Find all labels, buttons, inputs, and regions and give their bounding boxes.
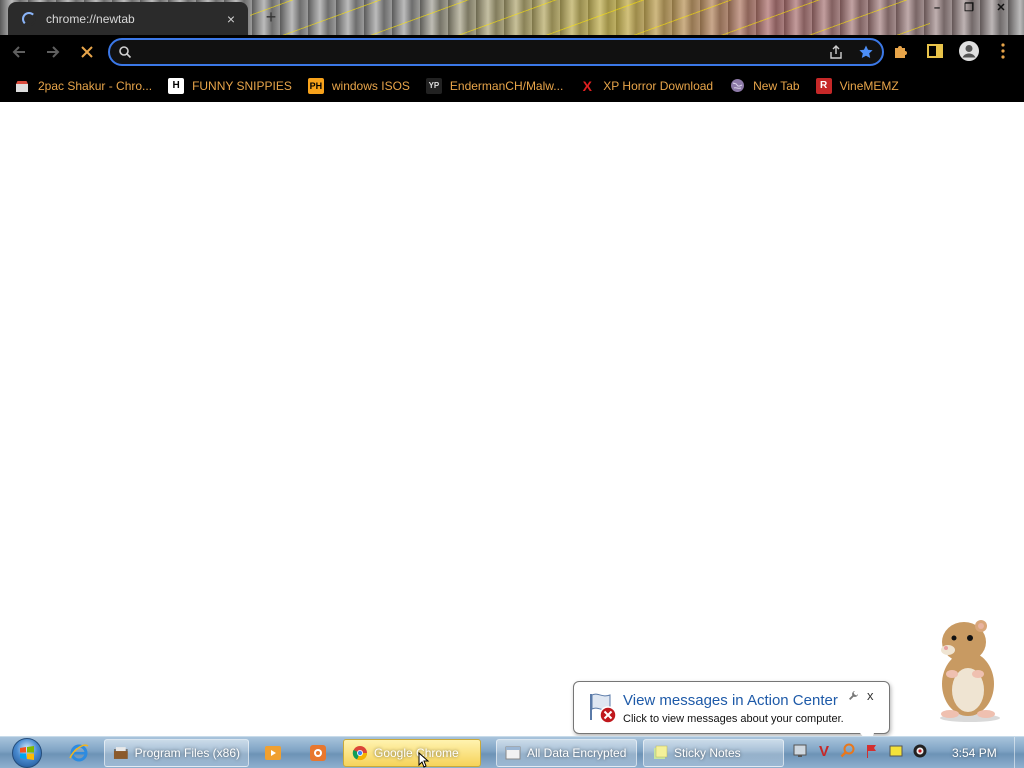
bookmark-label: FUNNY SNIPPIES [192, 78, 292, 93]
start-button[interactable] [7, 737, 47, 768]
stop-button[interactable] [72, 37, 102, 67]
taskbar-item-label: Program Files (x86) [134, 746, 240, 760]
bookmark-label: New Tab [753, 78, 800, 93]
globe-icon [729, 78, 745, 94]
balloon-close-button[interactable]: x [867, 688, 874, 703]
search-icon [119, 46, 132, 59]
taskbar-item-google-chrome[interactable]: Google Chrome [343, 739, 481, 767]
toolbar [0, 35, 1024, 69]
address-input[interactable] [140, 44, 828, 60]
bookmark-label: EndermanCH/Malw... [449, 78, 564, 93]
taskbar-item-label: Sticky Notes [674, 746, 741, 760]
bookmark-2pac[interactable]: 2pac Shakur - Chro... [14, 78, 152, 94]
taskbar-item-all-data-encrypted[interactable]: All Data Encrypted [496, 739, 637, 767]
page-content [0, 102, 1024, 736]
taskbar-clock[interactable]: 3:54 PM [952, 746, 997, 760]
menu-kebab-icon[interactable] [992, 39, 1014, 63]
back-arrow-icon [12, 46, 25, 58]
camera-tray-icon[interactable] [912, 743, 928, 759]
window-controls: – ❐ ✕ [922, 0, 1016, 18]
taskbar-item-program-files[interactable]: Program Files (x86) [104, 739, 249, 767]
network-icon[interactable] [792, 743, 808, 759]
r-icon: R [815, 77, 832, 94]
yp-icon: YP [425, 77, 442, 94]
restore-button[interactable]: ❐ [954, 0, 984, 18]
back-button[interactable] [4, 37, 34, 67]
bookmark-label: windows ISOS [331, 78, 410, 93]
bookmark-new-tab[interactable]: New Tab [729, 78, 800, 94]
taskbar-item-label: Google Chrome [374, 746, 459, 760]
wrench-icon[interactable] [848, 690, 859, 704]
balloon-text: Click to view messages about your comput… [623, 713, 844, 725]
extensions-puzzle-icon[interactable] [890, 39, 912, 63]
folder-icon [113, 747, 128, 759]
taskbar-item-label: All Data Encrypted [527, 746, 627, 760]
loading-spinner-icon [22, 11, 36, 26]
magnifier-icon[interactable] [840, 743, 856, 759]
forward-arrow-icon [47, 46, 60, 58]
taskbar-item-sticky-notes[interactable]: Sticky Notes [643, 739, 784, 767]
windows-logo-icon [12, 738, 42, 768]
v-antivirus-icon[interactable]: V [816, 743, 832, 760]
system-tray: V [792, 743, 928, 760]
stop-x-icon [81, 46, 93, 58]
profile-avatar-icon[interactable] [958, 39, 980, 63]
action-center-balloon[interactable]: View messages in Action Center Click to … [573, 681, 890, 745]
media-player-icon[interactable] [258, 739, 288, 767]
show-desktop-button[interactable] [1014, 737, 1024, 768]
tab-title: chrome://newtab [46, 11, 135, 26]
ph-icon: PH [307, 77, 324, 94]
share-icon[interactable] [828, 44, 844, 60]
address-bar[interactable] [108, 38, 884, 66]
theme-background [250, 0, 930, 35]
bookmark-vinememz[interactable]: R VineMEMZ [815, 77, 899, 94]
shop-icon [14, 78, 30, 94]
bookmark-label: 2pac Shakur - Chro... [38, 78, 153, 93]
window-icon [505, 746, 521, 760]
tab-newtab[interactable]: chrome://newtab × [8, 2, 248, 35]
bookmark-label: XP Horror Download [603, 78, 714, 93]
bookmark-endermanch[interactable]: YP EndermanCH/Malw... [425, 77, 564, 94]
action-center-flag-tray-icon[interactable] [864, 743, 880, 759]
close-window-button[interactable]: ✕ [986, 0, 1016, 18]
x-icon: X [582, 77, 592, 94]
sticky-notes-icon [654, 745, 668, 759]
bookmark-star-icon[interactable] [858, 44, 874, 60]
app-orange-icon[interactable] [303, 739, 333, 767]
mouse-cursor-icon [418, 752, 430, 768]
title-bar: chrome://newtab × + – ❐ ✕ [0, 0, 1024, 35]
action-center-flag-icon [590, 693, 617, 724]
bookmark-label: VineMEMZ [839, 78, 899, 93]
bookmark-funny-snippies[interactable]: H FUNNY SNIPPIES [168, 77, 292, 94]
h-icon: H [168, 77, 185, 94]
side-panel-icon[interactable] [924, 39, 946, 63]
hamster-desktop-pet-icon[interactable] [918, 612, 1010, 722]
bookmark-xp-horror[interactable]: X XP Horror Download [579, 77, 714, 94]
bookmark-windows-isos[interactable]: PH windows ISOS [307, 77, 410, 94]
taskbar: Program Files (x86) Google Chrome All Da… [0, 736, 1024, 768]
minimize-button[interactable]: – [922, 0, 952, 18]
tab-close-icon[interactable]: × [224, 11, 238, 27]
balloon-title: View messages in Action Center [623, 692, 838, 709]
internet-explorer-icon[interactable] [64, 739, 94, 767]
chrome-icon [352, 746, 368, 761]
notes-tray-icon[interactable] [888, 743, 904, 759]
bookmarks-bar: 2pac Shakur - Chro... H FUNNY SNIPPIES P… [0, 69, 1024, 102]
forward-button[interactable] [38, 37, 68, 67]
new-tab-button[interactable]: + [262, 8, 280, 26]
